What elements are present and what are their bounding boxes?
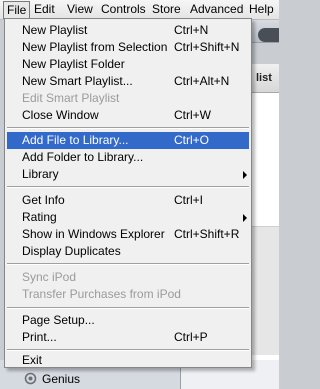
menu-item-label: Page Setup...	[22, 313, 95, 327]
menu-separator	[7, 307, 249, 309]
menu-store[interactable]: Store	[148, 1, 185, 18]
menu-item-new-playlist-folder[interactable]: New Playlist Folder	[7, 56, 249, 73]
menu-item-label: New Smart Playlist...	[22, 74, 133, 88]
menu-item-shortcut: Ctrl+P	[174, 330, 208, 344]
menu-item-label: New Playlist from Selection	[22, 40, 168, 54]
menu-item-shortcut: Ctrl+Alt+N	[174, 74, 230, 88]
menu-item-page-setup[interactable]: Page Setup...	[7, 312, 249, 329]
menu-item-label: Rating	[22, 210, 57, 224]
menu-item-transfer-purchases: Transfer Purchases from iPod	[7, 286, 249, 303]
submenu-arrow-icon	[243, 171, 247, 179]
menu-item-label: Print...	[22, 330, 57, 344]
menu-item-display-duplicates[interactable]: Display Duplicates	[7, 243, 249, 260]
menu-item-shortcut: Ctrl+W	[174, 108, 211, 122]
menu-item-label: Transfer Purchases from iPod	[22, 287, 181, 301]
menu-item-show-in-windows-explorer[interactable]: Show in Windows Explorer Ctrl+Shift+R	[7, 226, 249, 243]
menu-item-new-playlist[interactable]: New Playlist Ctrl+N	[7, 22, 249, 39]
menu-bar: File Edit View Controls Store Advanced H…	[0, 0, 279, 20]
menu-item-add-file-to-library[interactable]: Add File to Library... Ctrl+O	[7, 132, 249, 149]
menu-advanced[interactable]: Advanced	[186, 1, 247, 18]
menu-item-sync-ipod: Sync iPod	[7, 269, 249, 286]
menu-separator	[7, 349, 249, 351]
menu-item-label: Show in Windows Explorer	[22, 227, 165, 241]
menu-item-label: Exit	[22, 353, 43, 367]
menu-controls[interactable]: Controls	[97, 1, 150, 18]
menu-item-label: Add File to Library...	[22, 133, 129, 147]
search-field-fragment[interactable]	[258, 28, 279, 42]
menu-item-label: New Playlist	[22, 23, 88, 37]
menu-item-add-folder-to-library[interactable]: Add Folder to Library...	[7, 149, 249, 166]
file-menu-dropdown: New Playlist Ctrl+N New Playlist from Se…	[4, 18, 252, 368]
menu-view[interactable]: View	[63, 1, 97, 18]
menu-separator	[7, 186, 249, 188]
menu-separator	[7, 263, 249, 265]
menu-item-label: Sync iPod	[22, 270, 77, 284]
menu-separator	[7, 127, 249, 129]
menu-item-get-info[interactable]: Get Info Ctrl+I	[7, 192, 249, 209]
menu-item-label: Close Window	[22, 108, 99, 122]
menu-item-exit[interactable]: Exit	[7, 352, 249, 369]
menu-item-shortcut: Ctrl+Shift+R	[174, 227, 240, 241]
menu-item-rating[interactable]: Rating	[7, 209, 249, 226]
menu-item-label: Edit Smart Playlist	[22, 91, 120, 105]
menu-item-label: Add Folder to Library...	[22, 150, 144, 164]
menu-item-shortcut: Ctrl+Shift+N	[174, 40, 240, 54]
genius-icon	[24, 372, 37, 385]
menu-item-shortcut: Ctrl+O	[174, 133, 210, 147]
menu-item-new-smart-playlist[interactable]: New Smart Playlist... Ctrl+Alt+N	[7, 73, 249, 90]
list-header-fragment: list	[248, 64, 279, 93]
menu-item-edit-smart-playlist: Edit Smart Playlist	[7, 90, 249, 107]
menu-item-new-playlist-from-selection[interactable]: New Playlist from Selection Ctrl+Shift+N	[7, 39, 249, 56]
menu-item-library[interactable]: Library	[7, 166, 249, 183]
menu-item-print[interactable]: Print... Ctrl+P	[7, 329, 249, 346]
panel-fragment	[248, 226, 279, 355]
list-header-text: list	[256, 72, 272, 84]
menu-help[interactable]: Help	[245, 1, 278, 18]
submenu-arrow-icon	[243, 214, 247, 222]
menu-edit[interactable]: Edit	[30, 1, 59, 18]
menu-item-shortcut: Ctrl+I	[174, 193, 204, 207]
menu-item-close-window[interactable]: Close Window Ctrl+W	[7, 107, 249, 124]
menu-item-shortcut: Ctrl+N	[174, 23, 209, 37]
menu-item-label: Display Duplicates	[22, 244, 121, 258]
menu-item-label: Get Info	[22, 193, 65, 207]
sidebar-item-genius[interactable]: Genius	[42, 372, 80, 386]
menu-item-label: Library	[22, 167, 59, 181]
menu-item-label: New Playlist Folder	[22, 57, 125, 71]
menu-file[interactable]: File	[3, 1, 31, 19]
